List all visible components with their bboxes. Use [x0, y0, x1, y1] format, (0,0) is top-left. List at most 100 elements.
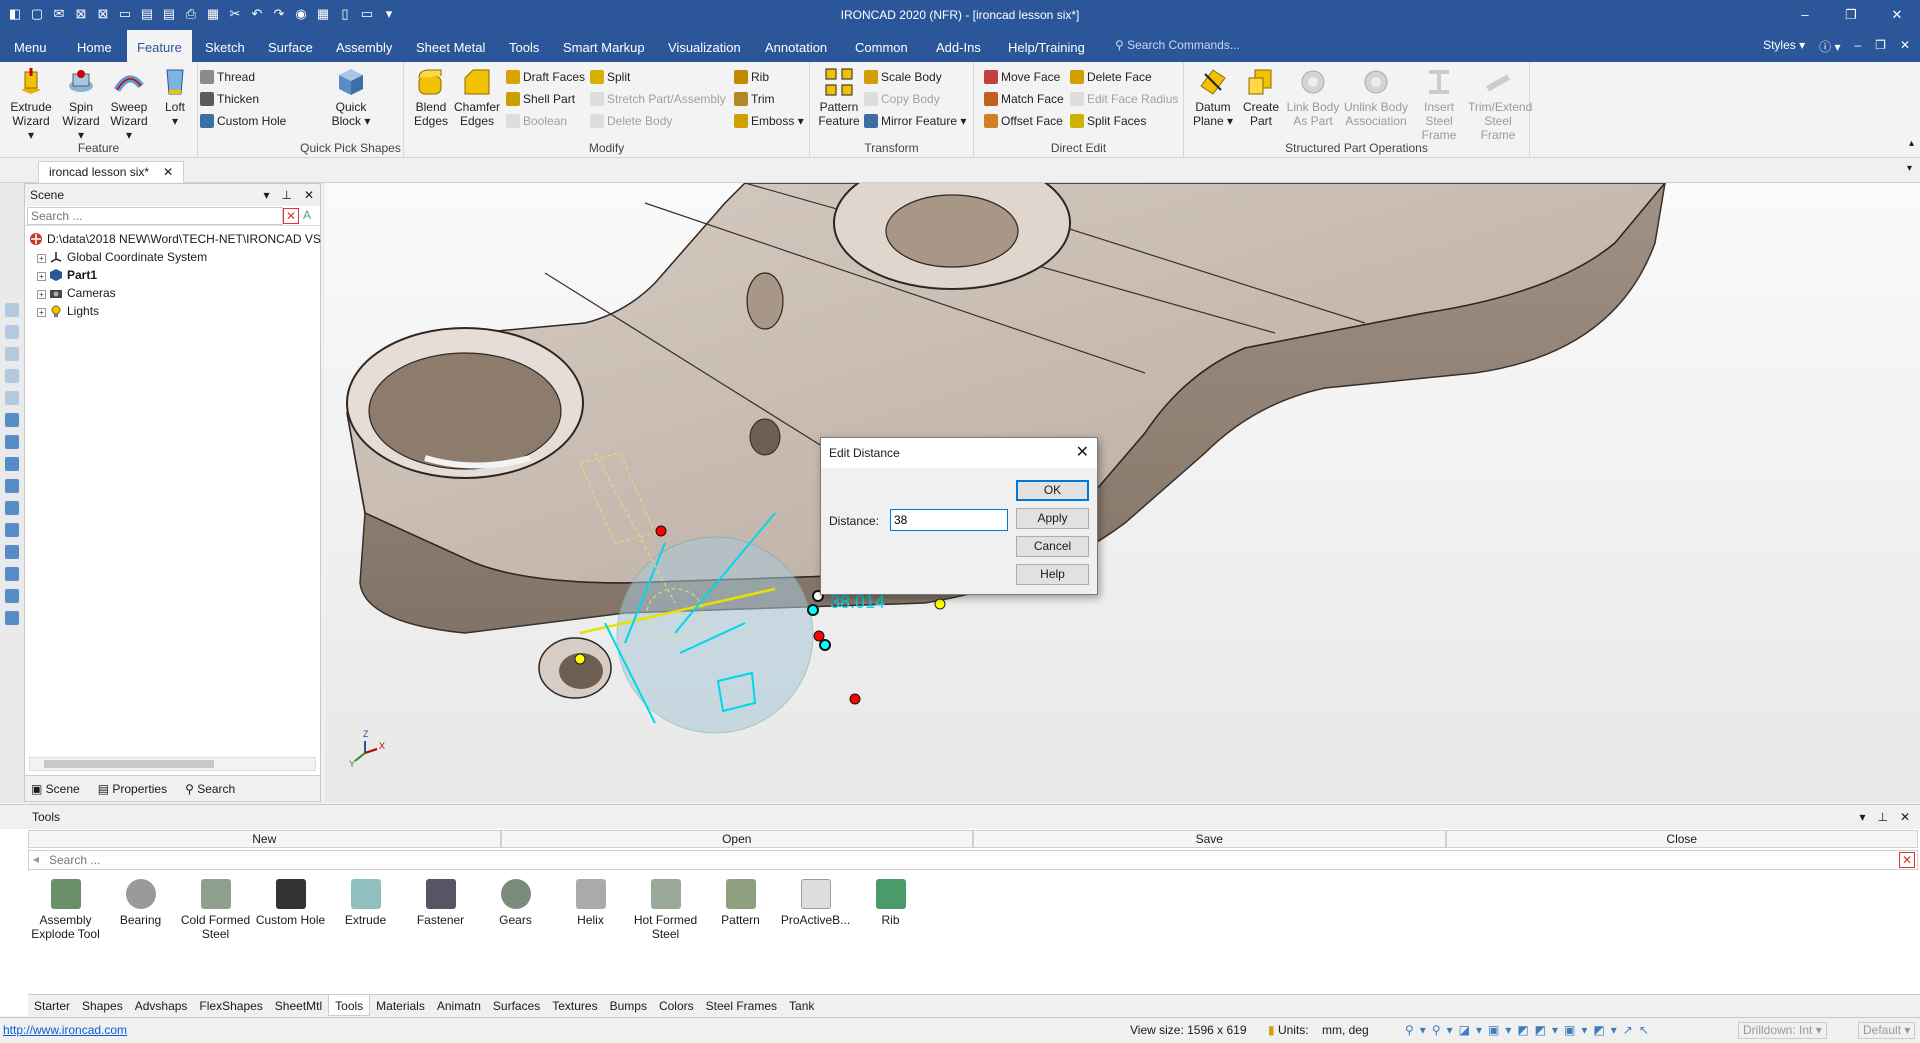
help-icon[interactable]: ⓘ ▾	[1819, 38, 1840, 55]
help-button[interactable]: Help	[1016, 564, 1089, 585]
catalog-item-pattern[interactable]: Pattern	[703, 875, 778, 985]
scene-search-input[interactable]	[27, 207, 283, 225]
dimension-label[interactable]: 38.014	[830, 592, 885, 612]
tool-icon[interactable]	[5, 347, 19, 361]
pin-icon[interactable]: ⊥	[281, 184, 291, 206]
catalog-item-custom-hole[interactable]: Custom Hole	[253, 875, 328, 985]
scrollbar-thumb[interactable]	[44, 760, 214, 768]
catalog-item-helix[interactable]: Helix	[553, 875, 628, 985]
tree-root[interactable]: D:\data\2018 NEW\Word\TECH-NET\IRONCAD V…	[29, 230, 321, 248]
tab-feature[interactable]: Feature	[127, 30, 192, 62]
extrude-wizard-button[interactable]: Extrude Wizard ▾	[8, 66, 54, 142]
default-select[interactable]: Default ▾	[1858, 1022, 1916, 1039]
spin-wizard-button[interactable]: Spin Wizard ▾	[58, 66, 104, 142]
emboss-button[interactable]: Emboss ▾	[734, 112, 804, 130]
close-window-button[interactable]: ✕	[1874, 0, 1920, 30]
catalog-tab-shapes[interactable]: Shapes	[76, 995, 129, 1016]
panel-close-icon[interactable]: ✕	[1900, 805, 1910, 829]
tool-icon[interactable]	[5, 589, 19, 603]
trim-button[interactable]: Trim	[734, 90, 775, 108]
split-button[interactable]: Split	[590, 68, 630, 86]
blend-edges-button[interactable]: Blend Edges	[408, 66, 454, 128]
rib-button[interactable]: Rib	[734, 68, 769, 86]
tree-item-part1[interactable]: + Part1	[29, 266, 320, 284]
distance-input[interactable]	[890, 509, 1008, 531]
draft-faces-button[interactable]: Draft Faces	[506, 68, 585, 86]
search-commands[interactable]: ⚲ Search Commands...	[1115, 38, 1240, 52]
tool-icon[interactable]	[5, 479, 19, 493]
catalog-tab-colors[interactable]: Colors	[653, 995, 700, 1016]
tool-icon[interactable]	[5, 369, 19, 383]
tab-common[interactable]: Common	[851, 30, 912, 62]
catalog-tab-bumps[interactable]: Bumps	[604, 995, 653, 1016]
quick-block-button[interactable]: Quick Block ▾	[328, 66, 374, 128]
catalog-item-cold-formed-steel[interactable]: Cold Formed Steel	[178, 875, 253, 985]
tab-annotation[interactable]: Annotation	[761, 30, 831, 62]
expand-icon[interactable]: +	[37, 308, 46, 317]
ribbon-minimize-icon[interactable]: –	[1854, 38, 1861, 55]
tab-scene[interactable]: ▣ Scene	[31, 776, 80, 801]
tab-search[interactable]: ⚲ Search	[185, 776, 235, 801]
catalog-tab-animatn[interactable]: Animatn	[431, 995, 487, 1016]
clear-search-icon[interactable]: ✕	[1899, 852, 1915, 868]
tool-icon[interactable]	[5, 611, 19, 625]
tool-icon[interactable]	[5, 413, 19, 427]
tab-add-ins[interactable]: Add-Ins	[932, 30, 985, 62]
edit-face-radius-button[interactable]: Edit Face Radius	[1070, 90, 1178, 108]
open-catalog-button[interactable]: Open	[500, 830, 973, 848]
ribbon-restore-icon[interactable]: ❐	[1875, 38, 1886, 55]
catalog-tab-tools[interactable]: Tools	[328, 995, 371, 1016]
unlink-body-button[interactable]: Unlink Body Association	[1342, 66, 1410, 128]
tool-icon[interactable]	[5, 567, 19, 581]
close-document-icon[interactable]: ✕	[163, 165, 173, 179]
part-model[interactable]: 38.014 Z X Y	[325, 183, 1920, 802]
catalog-item-proactiveb[interactable]: ProActiveB...	[778, 875, 853, 985]
ribbon-close-icon[interactable]: ✕	[1900, 38, 1910, 55]
tab-assembly[interactable]: Assembly	[332, 30, 396, 62]
tab-smart-markup[interactable]: Smart Markup	[559, 30, 649, 62]
tree-item-lights[interactable]: + Lights	[29, 302, 320, 320]
scale-body-button[interactable]: Scale Body	[864, 68, 942, 86]
catalog-item-extrude[interactable]: Extrude	[328, 875, 403, 985]
apply-button[interactable]: Apply	[1016, 508, 1089, 529]
ribbon-collapse-icon[interactable]: ▴	[1909, 138, 1914, 149]
expand-icon[interactable]: +	[37, 254, 46, 263]
maximize-button[interactable]: ❐	[1828, 0, 1874, 30]
chamfer-edges-button[interactable]: Chamfer Edges	[454, 66, 500, 128]
expand-icon[interactable]: +	[37, 272, 46, 281]
styles-menu[interactable]: Styles ▾	[1763, 38, 1805, 55]
tree-item-global-coordinate-system[interactable]: + Global Coordinate System	[29, 248, 320, 266]
catalog-item-assembly-explode-tool[interactable]: Assembly Explode Tool	[28, 875, 103, 985]
insert-steel-frame-button[interactable]: Insert Steel Frame	[1410, 66, 1468, 142]
website-link[interactable]: http://www.ironcad.com	[3, 1018, 127, 1042]
drilldown-select[interactable]: Drilldown: Int ▾	[1738, 1022, 1827, 1039]
catalog-tab-flexshapes[interactable]: FlexShapes	[193, 995, 268, 1016]
catalog-item-hot-formed-steel[interactable]: Hot Formed Steel	[628, 875, 703, 985]
match-face-button[interactable]: Match Face	[984, 90, 1064, 108]
catalog-tab-sheetmtl[interactable]: SheetMtl	[269, 995, 328, 1016]
new-catalog-button[interactable]: New	[28, 830, 501, 848]
close-catalog-button[interactable]: Close	[1445, 830, 1918, 848]
catalog-tab-starter[interactable]: Starter	[28, 995, 76, 1016]
tool-icon[interactable]	[5, 303, 19, 317]
clear-search-icon[interactable]: ✕	[283, 208, 299, 224]
tab-surface[interactable]: Surface	[264, 30, 317, 62]
tab-sketch[interactable]: Sketch	[201, 30, 249, 62]
tab-sheet-metal[interactable]: Sheet Metal	[412, 30, 489, 62]
stretch-button[interactable]: Stretch Part/Assembly	[590, 90, 726, 108]
tab-visualization[interactable]: Visualization	[664, 30, 745, 62]
trim-extend-steel-frame-button[interactable]: Trim/Extend Steel Frame	[1468, 66, 1532, 142]
catalog-tab-materials[interactable]: Materials	[370, 995, 431, 1016]
tab-properties[interactable]: ▤ Properties	[98, 776, 167, 801]
pin-icon[interactable]: ⊥	[1877, 805, 1887, 829]
tool-icon[interactable]	[5, 501, 19, 515]
status-tool-icons[interactable]: ⚲▾⚲▾◪▾▣▾◩◩▾▣▾◩▾↗↖	[1405, 1018, 1655, 1042]
catalog-tab-advshaps[interactable]: Advshaps	[129, 995, 194, 1016]
pattern-feature-button[interactable]: Pattern Feature	[816, 66, 862, 128]
panel-close-icon[interactable]: ✕	[304, 184, 314, 206]
tool-icon[interactable]	[5, 325, 19, 339]
tab-help-training[interactable]: Help/Training	[1004, 30, 1089, 62]
panel-dropdown-icon[interactable]: ▾	[263, 184, 269, 206]
filter-icon[interactable]: A	[303, 208, 311, 222]
tree-item-cameras[interactable]: + Cameras	[29, 284, 320, 302]
